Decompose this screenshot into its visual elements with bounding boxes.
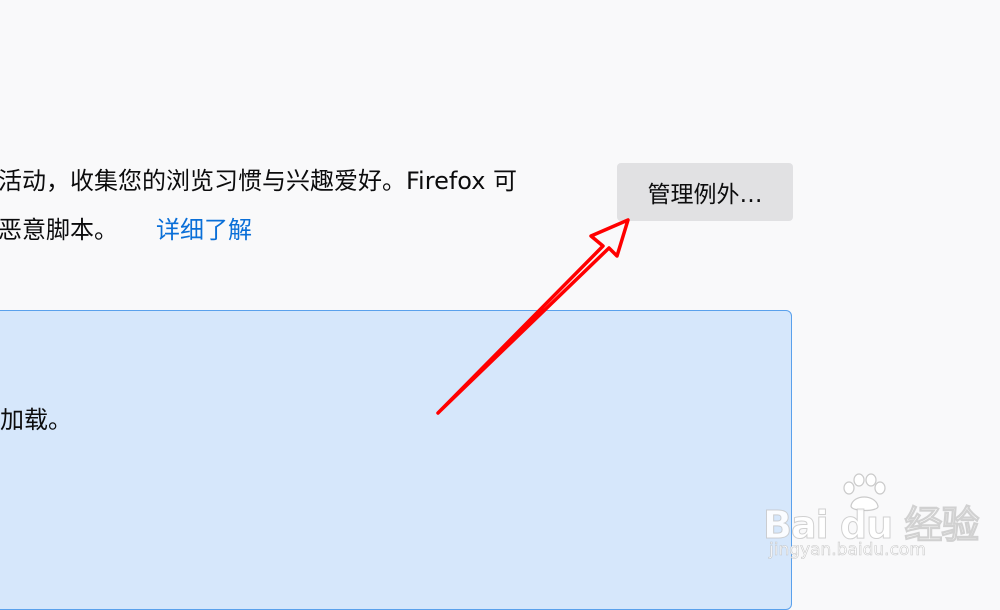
tracking-description-text-2: 恶意脚本。 — [0, 216, 118, 244]
tracking-description-line-1: 活动，收集您的浏览习惯与兴趣爱好。Firefox 可 — [0, 166, 517, 196]
tracking-description-text-1: 活动，收集您的浏览习惯与兴趣爱好。Firefox 可 — [0, 167, 518, 195]
watermark-url-text: jingyan.baidu.com — [769, 540, 926, 561]
watermark-logo-text: Bai du 经验 — [762, 503, 979, 548]
tracking-description-line-2: 恶意脚本。 详细了解 — [0, 215, 252, 245]
paw-icon — [843, 473, 886, 512]
baidu-jingyan-watermark: Bai du 经验 jingyan.baidu.com — [762, 472, 980, 572]
info-panel-text: 加载。 — [0, 406, 72, 434]
learn-more-link[interactable]: 详细了解 — [156, 216, 252, 244]
manage-exceptions-button[interactable]: 管理例外… — [617, 163, 793, 221]
info-panel — [0, 310, 792, 610]
